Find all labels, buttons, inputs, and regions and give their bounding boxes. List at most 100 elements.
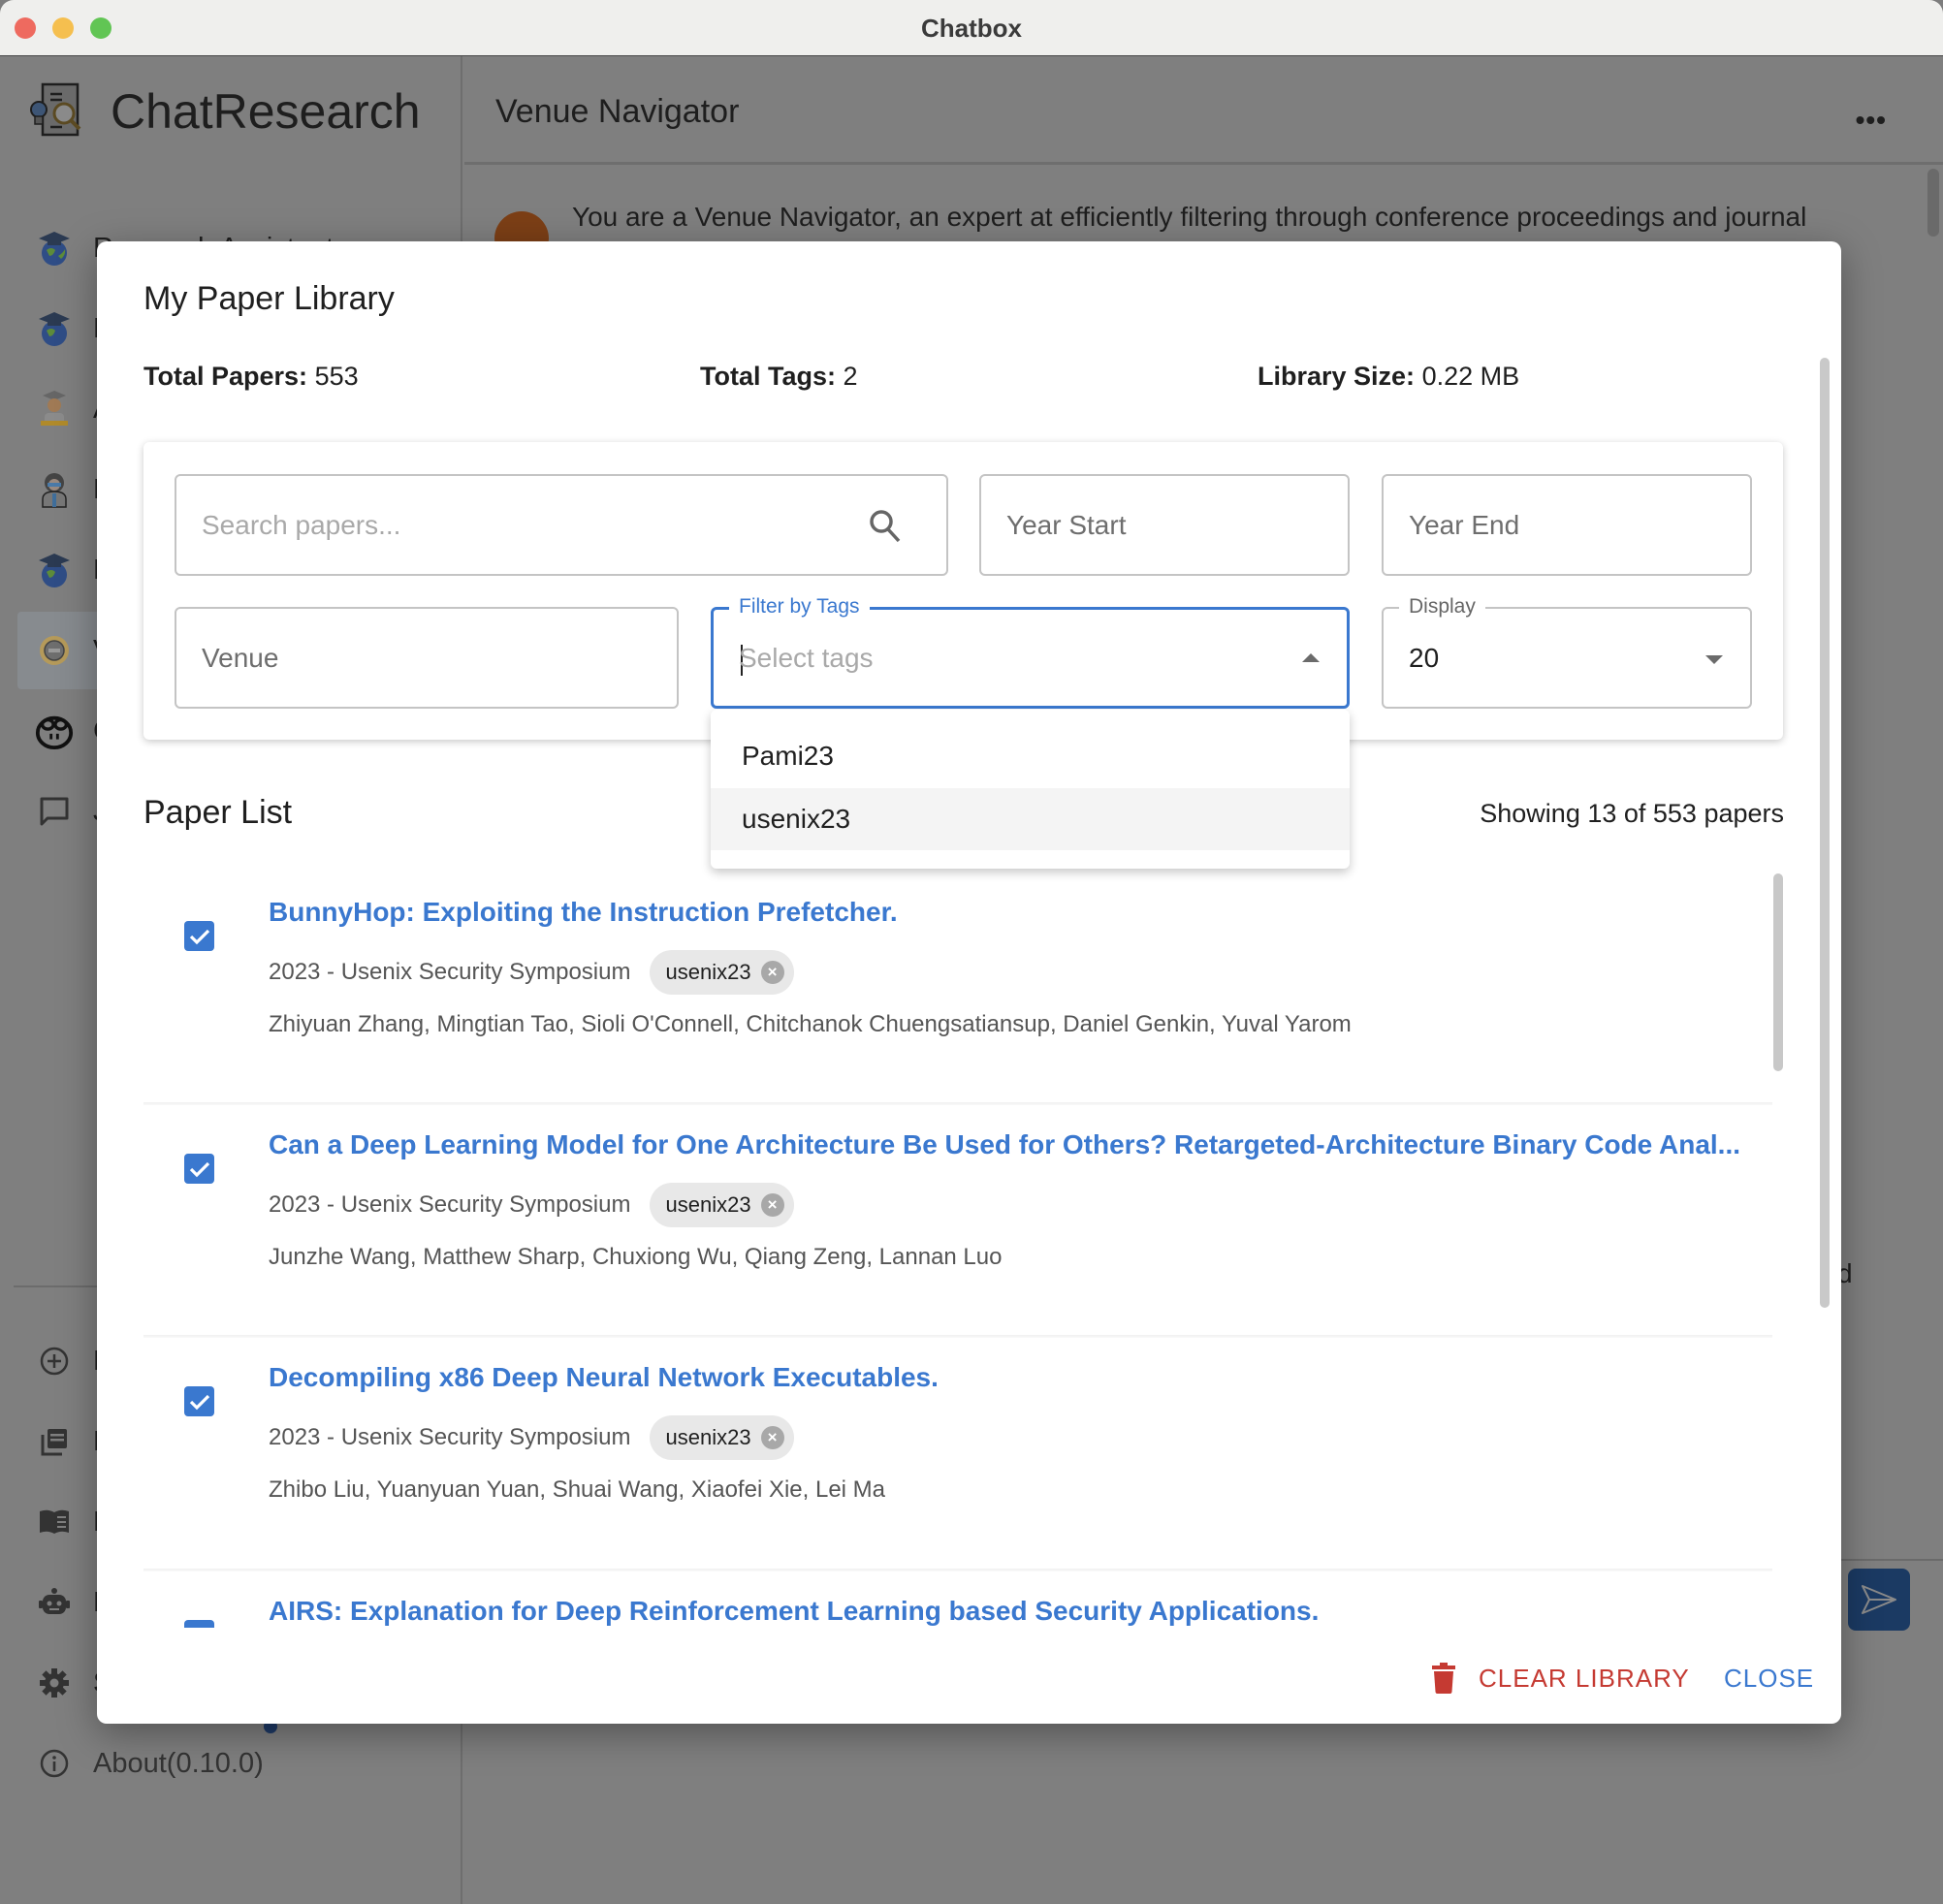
paper-list: BunnyHop: Exploiting the Instruction Pre…: [143, 872, 1772, 1628]
tag-chip: usenix23 ×: [650, 1183, 794, 1227]
stat-value: 0.22 MB: [1421, 362, 1520, 391]
showing-count: Showing 13 of 553 papers: [1480, 799, 1784, 828]
system-message: You are a Venue Navigator, an expert at …: [572, 202, 1807, 232]
paper-checkbox[interactable]: [184, 1154, 214, 1184]
tag-chip: usenix23 ×: [650, 1415, 794, 1460]
book-icon: [35, 1503, 74, 1541]
main-scrollbar[interactable]: [1927, 169, 1939, 237]
paper-authors: Zhibo Liu, Yuanyuan Yuan, Shuai Wang, Xi…: [269, 1476, 885, 1503]
trash-icon: [1432, 1663, 1455, 1694]
brand: ChatResearch: [29, 78, 421, 145]
tags-filter-input[interactable]: Filter by Tags Select tags: [711, 595, 1350, 709]
dropdown-arrow-icon[interactable]: [1705, 655, 1723, 664]
conversation-title: Venue Navigator: [495, 93, 740, 130]
checkmark-icon: [189, 929, 209, 944]
input-divider: [1841, 1559, 1943, 1561]
paper-title-link[interactable]: BunnyHop: Exploiting the Instruction Pre…: [269, 897, 898, 928]
main-header: Venue Navigator •••: [464, 56, 1943, 165]
scholar-avatar-icon: [35, 390, 74, 428]
paper-library-dialog: My Paper Library Total Papers: 553 Total…: [97, 241, 1841, 1724]
gear-icon: [35, 1664, 74, 1702]
paper-checkbox[interactable]: [184, 1386, 214, 1416]
sidebar-item-about[interactable]: About(0.10.0): [17, 1725, 444, 1802]
clear-library-button[interactable]: CLEAR LIBRARY: [1432, 1659, 1690, 1698]
paper-divider: [143, 1102, 1772, 1105]
brand-name: ChatResearch: [111, 84, 421, 139]
more-options-button[interactable]: •••: [1856, 105, 1887, 136]
venue-placeholder: Venue: [202, 642, 279, 673]
graduate-globe-icon: [35, 229, 74, 268]
stat-label: Library Size:: [1258, 362, 1416, 391]
year-end-input[interactable]: Year End: [1382, 474, 1752, 576]
stat-total-papers: Total Papers: 553: [143, 362, 359, 392]
paper-venue: 2023 - Usenix Security Symposium: [269, 1424, 631, 1450]
window-titlebar: Chatbox: [0, 0, 1943, 56]
paper-list-scrollbar[interactable]: [1773, 873, 1783, 1071]
search-placeholder: Search papers...: [202, 509, 401, 540]
stat-library-size: Library Size: 0.22 MB: [1258, 362, 1519, 392]
tags-dropdown-menu: Pami23 usenix23: [711, 710, 1350, 869]
paper-checkbox[interactable]: [184, 1620, 214, 1628]
paper-item: BunnyHop: Exploiting the Instruction Pre…: [143, 872, 1772, 1104]
sidebar-item-label: About(0.10.0): [93, 1747, 264, 1779]
paper-item: AIRS: Explanation for Deep Reinforcement…: [143, 1569, 1772, 1628]
year-start-placeholder: Year Start: [1006, 509, 1127, 540]
paper-checkbox[interactable]: [184, 921, 214, 951]
tag-chip-label: usenix23: [665, 960, 751, 984]
paper-title-link[interactable]: AIRS: Explanation for Deep Reinforcement…: [269, 1596, 1319, 1627]
tag-chip-label: usenix23: [665, 1192, 751, 1217]
window-title: Chatbox: [921, 14, 1022, 43]
paper-item: Decompiling x86 Deep Neural Network Exec…: [143, 1335, 1772, 1568]
paper-meta: 2023 - Usenix Security Symposium usenix2…: [269, 1415, 794, 1460]
remove-tag-icon[interactable]: ×: [760, 961, 784, 984]
venue-badge-icon: [35, 631, 74, 670]
tag-chip-label: usenix23: [665, 1425, 751, 1449]
collapse-arrow-icon[interactable]: [1302, 653, 1320, 662]
remove-tag-icon[interactable]: ×: [760, 1426, 784, 1449]
paper-meta: 2023 - Usenix Security Symposium usenix2…: [269, 950, 794, 995]
paper-item: Can a Deep Learning Model for One Archit…: [143, 1102, 1772, 1335]
paper-title-link[interactable]: Can a Deep Learning Model for One Archit…: [269, 1129, 1740, 1160]
paper-authors: Zhiyuan Zhang, Mingtian Tao, Sioli O'Con…: [269, 1011, 1352, 1037]
stat-total-tags: Total Tags: 2: [700, 362, 858, 392]
paper-title-link[interactable]: Decompiling x86 Deep Neural Network Exec…: [269, 1362, 939, 1393]
graduate-globe-icon: [35, 551, 74, 589]
library-icon: [35, 1422, 74, 1461]
remove-tag-icon[interactable]: ×: [760, 1193, 784, 1217]
tag-option[interactable]: Pami23: [711, 725, 1350, 787]
paper-venue: 2023 - Usenix Security Symposium: [269, 1191, 631, 1218]
venue-input[interactable]: Venue: [175, 607, 679, 709]
info-icon: [35, 1744, 74, 1783]
copilot-icon: [35, 712, 74, 750]
year-start-input[interactable]: Year Start: [979, 474, 1350, 576]
robot-icon: [35, 1583, 74, 1622]
close-dialog-button[interactable]: CLOSE: [1724, 1659, 1814, 1698]
search-icon[interactable]: [869, 509, 902, 544]
dialog-scrollbar[interactable]: [1820, 358, 1830, 1308]
year-end-placeholder: Year End: [1409, 509, 1520, 540]
add-circle-icon: [35, 1342, 74, 1380]
paper-divider: [143, 1569, 1772, 1571]
tag-chip: usenix23 ×: [650, 950, 794, 995]
paper-authors: Junzhe Wang, Matthew Sharp, Chuxiong Wu,…: [269, 1244, 1003, 1270]
checkmark-icon: [189, 1627, 210, 1629]
paper-meta: 2023 - Usenix Security Symposium usenix2…: [269, 1183, 794, 1227]
stat-label: Total Papers:: [143, 362, 308, 391]
tag-option[interactable]: usenix23: [711, 788, 1350, 850]
paper-divider: [143, 1335, 1772, 1338]
send-icon: [1862, 1585, 1896, 1614]
search-input[interactable]: Search papers...: [175, 474, 948, 576]
scientist-avatar-icon: [35, 470, 74, 509]
clear-library-label: CLEAR LIBRARY: [1479, 1663, 1690, 1693]
display-count-select[interactable]: Display 20: [1382, 595, 1752, 709]
stat-value: 2: [843, 362, 858, 391]
checkmark-icon: [189, 1394, 209, 1410]
send-button[interactable]: [1848, 1569, 1910, 1631]
paper-venue: 2023 - Usenix Security Symposium: [269, 959, 631, 985]
checkmark-icon: [189, 1161, 209, 1177]
chatresearch-logo-icon: [29, 80, 91, 143]
tags-placeholder: Select tags: [739, 642, 874, 673]
graduate-globe-icon: [35, 309, 74, 348]
paper-list-heading: Paper List: [143, 794, 293, 831]
stat-label: Total Tags:: [700, 362, 836, 391]
